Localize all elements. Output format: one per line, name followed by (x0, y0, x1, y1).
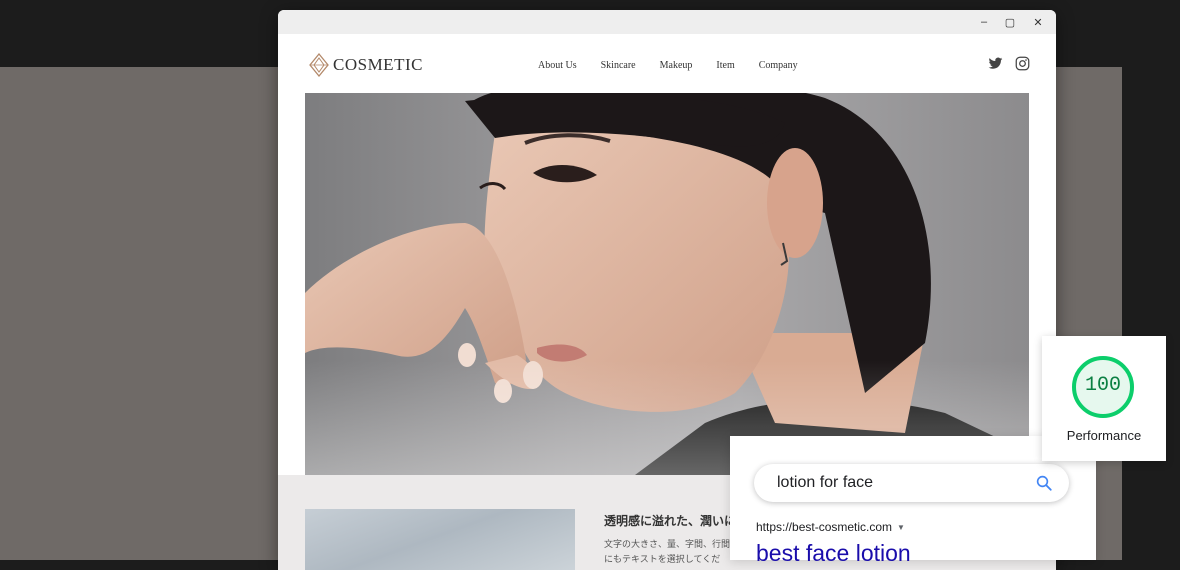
performance-card: 100 Performance (1042, 336, 1166, 461)
content-line-1: 文字の大きさ、量、字間、行間 (604, 539, 731, 549)
social-links (976, 56, 1030, 71)
search-query: lotion for face (777, 474, 874, 491)
search-input[interactable]: lotion for face (754, 464, 1069, 502)
performance-label: Performance (1066, 428, 1142, 443)
performance-score: 100 (1084, 374, 1121, 397)
result-title-link[interactable]: best face lotion (756, 540, 911, 567)
search-icon[interactable] (1035, 474, 1053, 492)
twitter-icon[interactable] (988, 56, 1003, 71)
instagram-icon[interactable] (1015, 56, 1030, 71)
nav-item-about-us[interactable]: About Us (538, 60, 577, 71)
close-button[interactable]: ✕ (1024, 10, 1052, 34)
result-url: https://best-cosmetic.com ▼ (756, 520, 905, 534)
main-nav: About Us Skincare Makeup Item Company (538, 60, 822, 71)
diamond-logo-icon (309, 53, 329, 77)
nav-item-company[interactable]: Company (759, 60, 798, 71)
site-logo[interactable]: COSMETIC (309, 53, 423, 77)
nav-item-makeup[interactable]: Makeup (660, 60, 693, 71)
content-body: 文字の大きさ、量、字間、行間 にもテキストを選択してくだ (604, 537, 734, 567)
site-header: COSMETIC About Us Skincare Makeup Item C… (278, 34, 1056, 94)
window-titlebar: – ▢ ✕ (278, 10, 1056, 34)
nav-item-item[interactable]: Item (716, 60, 734, 71)
portrait-illustration (305, 93, 1029, 475)
brand-name: COSMETIC (333, 55, 423, 74)
content-heading: 透明感に溢れた、潤いに (604, 514, 734, 528)
maximize-button[interactable]: ▢ (996, 10, 1024, 34)
content-thumbnail (305, 509, 575, 570)
result-url-text: https://best-cosmetic.com (756, 520, 893, 534)
caret-down-icon[interactable]: ▼ (897, 523, 905, 532)
nav-item-skincare[interactable]: Skincare (601, 60, 636, 71)
minimize-button[interactable]: – (970, 10, 998, 34)
hero-image (305, 93, 1029, 475)
